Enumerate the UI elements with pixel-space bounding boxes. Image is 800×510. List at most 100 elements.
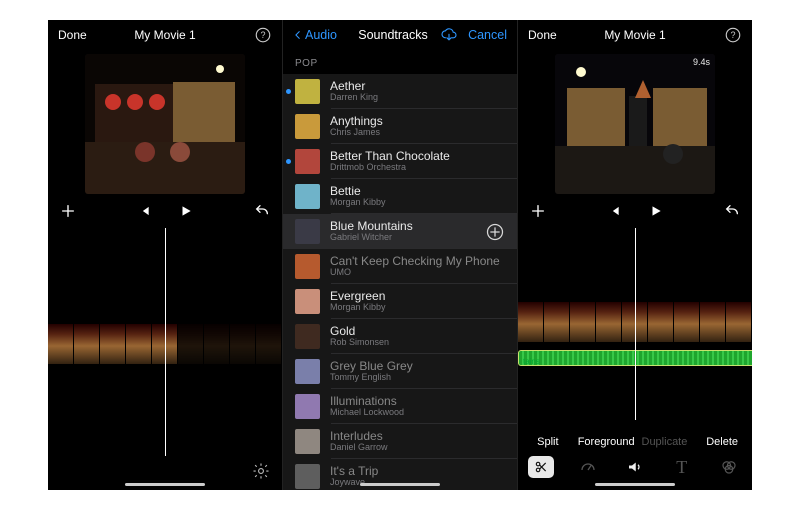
gear-icon — [252, 462, 270, 480]
back-label: Audio — [305, 28, 337, 42]
add-media-button[interactable] — [60, 203, 76, 219]
track-artist: Morgan Kibby — [330, 303, 505, 313]
home-indicator — [360, 483, 440, 486]
add-media-button[interactable] — [530, 203, 546, 219]
volume-icon — [626, 458, 644, 476]
previous-button[interactable] — [137, 204, 151, 218]
track-title: Better Than Chocolate — [330, 150, 505, 163]
timestamp: 9.4s — [693, 57, 710, 67]
track-artwork — [295, 289, 320, 314]
back-button[interactable]: Audio — [293, 28, 349, 42]
home-indicator — [595, 483, 675, 486]
track-title: Interludes — [330, 430, 505, 443]
speedometer-icon — [579, 458, 597, 476]
done-button[interactable]: Done — [58, 28, 100, 42]
track-row[interactable]: Can't Keep Checking My PhoneUMO — [283, 249, 517, 284]
track-row[interactable]: BettieMorgan Kibby — [283, 179, 517, 214]
track-artist: Tommy English — [330, 373, 505, 383]
clip-action-bar: Split Foreground Duplicate Delete — [518, 430, 752, 454]
svg-text:?: ? — [260, 30, 265, 40]
undo-button[interactable] — [254, 203, 270, 219]
tool-tab-speed[interactable] — [565, 458, 612, 476]
preview-image — [555, 54, 715, 194]
track-title: Blue Mountains — [330, 220, 475, 233]
undo-icon — [254, 203, 270, 219]
track-row[interactable]: Better Than ChocolateDrittmob Orchestra — [283, 144, 517, 179]
playhead[interactable] — [635, 228, 636, 420]
track-row[interactable]: AnythingsChris James — [283, 109, 517, 144]
download-indicator-icon — [286, 159, 291, 164]
project-title: My Movie 1 — [100, 28, 230, 42]
playhead[interactable] — [165, 228, 166, 456]
track-artist: Morgan Kibby — [330, 198, 505, 208]
filters-icon — [720, 458, 738, 476]
tool-tab-actions[interactable] — [518, 456, 565, 478]
help-button[interactable]: ? — [230, 26, 272, 44]
track-artist: Darren King — [330, 93, 505, 103]
foreground-button[interactable]: Foreground — [578, 436, 635, 448]
track-list[interactable]: AetherDarren KingAnythingsChris JamesBet… — [283, 74, 517, 490]
track-artwork — [295, 359, 320, 384]
track-artwork — [295, 184, 320, 209]
topbar: Done My Movie 1 ? — [518, 20, 752, 50]
track-artist: Drittmob Orchestra — [330, 163, 505, 173]
track-title: It's a Trip — [330, 465, 505, 478]
split-button[interactable]: Split — [520, 436, 576, 448]
track-row[interactable]: InterludesDaniel Garrow — [283, 424, 517, 459]
track-artwork — [295, 114, 320, 139]
previous-button[interactable] — [607, 204, 621, 218]
track-artist: Daniel Garrow — [330, 443, 505, 453]
screen-title: Soundtracks — [349, 28, 437, 42]
track-artwork — [295, 219, 320, 244]
tool-tab-filters[interactable] — [705, 458, 752, 476]
chevron-left-icon — [293, 28, 303, 42]
skip-back-icon — [137, 204, 151, 218]
track-title: Anythings — [330, 115, 505, 128]
add-track-button[interactable] — [485, 222, 505, 242]
video-preview[interactable] — [85, 54, 245, 194]
track-artwork — [295, 429, 320, 454]
cancel-button[interactable]: Cancel — [468, 28, 507, 42]
track-row[interactable]: IlluminationsMichael Lockwood — [283, 389, 517, 424]
done-button[interactable]: Done — [528, 28, 570, 42]
track-artwork — [295, 149, 320, 174]
track-row[interactable]: AetherDarren King — [283, 74, 517, 109]
tool-tab-volume[interactable] — [612, 458, 659, 476]
undo-icon — [724, 203, 740, 219]
help-button[interactable]: ? — [700, 26, 742, 44]
tool-tab-titles[interactable]: T — [658, 457, 705, 478]
delete-button[interactable]: Delete — [694, 436, 750, 448]
track-title: Gold — [330, 325, 505, 338]
soundtracks-screen: Audio Soundtracks Cancel POP AetherDarre… — [283, 20, 517, 490]
preview-image — [85, 54, 245, 194]
track-title: Evergreen — [330, 290, 505, 303]
track-artist: Gabriel Witcher — [330, 233, 475, 243]
project-title: My Movie 1 — [570, 28, 700, 42]
track-row[interactable]: GoldRob Simonsen — [283, 319, 517, 354]
home-indicator — [125, 483, 205, 486]
track-row[interactable]: EvergreenMorgan Kibby — [283, 284, 517, 319]
play-icon — [179, 204, 193, 218]
cloud-download-icon[interactable] — [440, 28, 458, 42]
project-settings-button[interactable] — [252, 462, 270, 480]
track-title: Can't Keep Checking My Phone — [330, 255, 505, 268]
plus-icon — [530, 203, 546, 219]
play-button[interactable] — [179, 204, 193, 218]
editor-screen-basic: Done My Movie 1 ? — [48, 20, 282, 490]
duplicate-button: Duplicate — [637, 436, 693, 448]
track-row[interactable]: Blue MountainsGabriel Witcher — [283, 214, 517, 249]
play-button[interactable] — [649, 204, 663, 218]
track-row[interactable]: Grey Blue GreyTommy English — [283, 354, 517, 389]
undo-button[interactable] — [724, 203, 740, 219]
help-icon: ? — [724, 26, 742, 44]
track-artist: Rob Simonsen — [330, 338, 505, 348]
track-artist: Chris James — [330, 128, 505, 138]
section-header: POP — [283, 50, 517, 74]
track-title: Aether — [330, 80, 505, 93]
timeline[interactable] — [48, 228, 282, 490]
video-preview[interactable]: 9.4s — [555, 54, 715, 194]
timeline[interactable]: tains Split Foreground Duplicate Delete — [518, 228, 752, 490]
topbar: Audio Soundtracks Cancel — [283, 20, 517, 50]
track-artwork — [295, 254, 320, 279]
track-artwork — [295, 79, 320, 104]
